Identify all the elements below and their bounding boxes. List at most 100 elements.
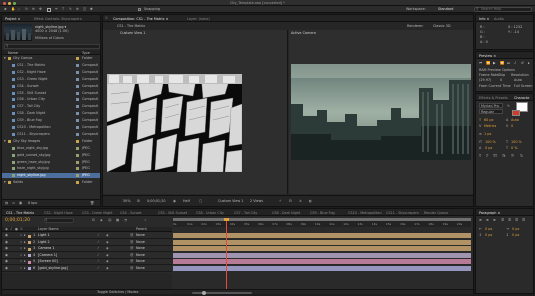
justify-center-icon[interactable]: ☰ xyxy=(508,218,511,222)
draft-3d-icon[interactable]: ◈ xyxy=(100,218,103,222)
layer-lock-icon[interactable]: ▫ xyxy=(20,233,22,238)
full-screen-checkbox[interactable]: Full Screen xyxy=(514,84,533,88)
layer-row[interactable]: ◉ ▫ ▸ 6 [gold_skyline.jpg] ⁄ ◈ @ None xyxy=(2,265,172,272)
justify-all-icon[interactable]: ☰ xyxy=(522,218,525,222)
label-color-swatch[interactable] xyxy=(76,132,79,136)
layer-lock-icon[interactable]: ▫ xyxy=(20,240,22,245)
timeline-tab[interactable]: CS11 - Skyscrapers xyxy=(384,210,421,216)
justify-right-icon[interactable]: ☰ xyxy=(515,218,518,222)
snapshot-icon[interactable]: ◉ xyxy=(173,199,176,203)
project-item-row[interactable]: CS10 - Metropolitan Composit xyxy=(2,125,100,130)
align-right-icon[interactable]: ≡ xyxy=(493,218,496,222)
visibility-eye-icon[interactable]: ◉ xyxy=(5,266,8,271)
project-search-input[interactable] xyxy=(4,44,100,49)
layer-label-color[interactable] xyxy=(28,241,31,244)
horizontal-scale-field[interactable]: 100 % xyxy=(511,140,522,144)
new-comp-icon[interactable]: ▣ xyxy=(19,201,22,205)
label-color-swatch[interactable] xyxy=(76,139,79,143)
tab-effect-controls[interactable]: Effect Controls: Skyscrapers xyxy=(32,16,100,22)
label-color-swatch[interactable] xyxy=(76,98,79,102)
tab-composition[interactable]: Composition: CS1 - The Matrix × xyxy=(111,16,170,22)
viewer-right[interactable]: Active Camera xyxy=(289,30,473,194)
visibility-eye-icon[interactable]: ◉ xyxy=(5,259,8,264)
space-before-field[interactable]: 0 px xyxy=(485,233,492,237)
layer-switch-icon[interactable]: ⁄ xyxy=(98,266,99,271)
pan-behind-tool-icon[interactable]: ✥ xyxy=(39,7,42,11)
current-time-indicator-head[interactable] xyxy=(224,218,229,221)
layer-duration-bar[interactable] xyxy=(173,239,471,245)
indent-right-field[interactable]: 0 px xyxy=(512,227,519,231)
project-item-row[interactable]: CS5 - Still Sunset Composit xyxy=(2,91,100,96)
tab-effects-presets[interactable]: Effects & Presets xyxy=(477,95,510,101)
faux-italic-button[interactable]: T xyxy=(486,154,488,158)
small-caps-button[interactable]: Tt xyxy=(502,154,505,158)
exposure-icon[interactable]: ◐ xyxy=(309,199,312,203)
layer-lock-icon[interactable]: ▫ xyxy=(20,259,22,264)
project-folder-row[interactable]: ▾ City Sky Images Folder xyxy=(2,139,100,144)
rotate-tool-icon[interactable]: ↻ xyxy=(25,7,28,11)
label-color-swatch[interactable] xyxy=(76,119,79,123)
label-color-swatch[interactable] xyxy=(76,181,79,185)
layer-switch-icon[interactable]: ⁄ xyxy=(98,240,99,245)
frame-blending-icon[interactable]: ▦ xyxy=(116,218,119,222)
disclosure-triangle-icon[interactable]: ▾ xyxy=(4,139,6,144)
layer-label-color[interactable] xyxy=(28,234,31,238)
layer-switch-icon[interactable]: ⁄ xyxy=(98,246,99,251)
project-item-row[interactable]: CS1 - The Matrix Composit xyxy=(2,63,100,68)
new-folder-icon[interactable]: ▭ xyxy=(12,201,15,205)
clone-tool-icon[interactable]: ⊗ xyxy=(76,7,79,11)
timeline-tab[interactable]: CS9 - Blue Fog xyxy=(308,210,337,216)
all-caps-button[interactable]: TT xyxy=(493,154,497,158)
prev-frame-icon[interactable]: ⏪ xyxy=(486,61,490,65)
timeline-search-input[interactable] xyxy=(44,218,74,223)
layer-parent-select[interactable]: None xyxy=(136,266,145,271)
layer-row[interactable]: ◉ ▫ ▸ 4 [Camera 1] ⁄ ◈ @ None xyxy=(2,252,172,259)
visibility-eye-icon[interactable]: ◉ xyxy=(5,240,8,245)
snapping-checkbox[interactable] xyxy=(138,7,141,11)
timeline-timecode[interactable]: 0;00;01;20 xyxy=(5,218,30,223)
rectangle-tool-icon[interactable] xyxy=(47,7,51,12)
label-color-swatch[interactable] xyxy=(76,174,79,178)
project-item-row[interactable]: gold_sunset_sky.jpg JPEG xyxy=(2,153,100,158)
visibility-eye-icon[interactable]: ◉ xyxy=(5,253,8,258)
label-color-swatch[interactable] xyxy=(76,77,79,81)
graph-editor-icon[interactable]: ⌁ xyxy=(144,218,146,222)
stroke-width-field[interactable]: 1 px xyxy=(484,132,491,136)
label-color-swatch[interactable] xyxy=(76,112,79,116)
layer-duration-bar[interactable] xyxy=(173,246,471,251)
project-item-row[interactable]: blue_night_sky.jpg JPEG xyxy=(2,146,100,151)
layer-parent-select[interactable]: None xyxy=(136,240,145,245)
layer-expand-icon[interactable]: ▸ xyxy=(24,233,26,238)
layer-3d-switch-icon[interactable]: ◈ xyxy=(106,266,109,271)
last-frame-icon[interactable]: ⏭ xyxy=(507,61,510,65)
indent-left-field[interactable]: 0 px xyxy=(485,227,492,231)
trash-icon[interactable]: 🗑 xyxy=(90,201,94,205)
layer-lock-icon[interactable]: ▫ xyxy=(20,253,22,258)
eraser-tool-icon[interactable]: ◫ xyxy=(83,7,86,11)
parent-pickwhip-icon[interactable]: @ xyxy=(130,259,133,264)
puppet-tool-icon[interactable]: ✱ xyxy=(90,7,93,11)
font-family-select[interactable]: Myriad Pro xyxy=(479,103,503,108)
layer-row[interactable]: ◉ ▫ ▸ 3 Camera 1 ⁄ ◈ @ None xyxy=(2,246,172,252)
renderer-value[interactable]: Classic 3D xyxy=(433,24,451,28)
parent-pickwhip-icon[interactable]: @ xyxy=(130,233,133,238)
timeline-tab[interactable]: CS5 - Still Sunset xyxy=(156,210,189,216)
layer-3d-switch-icon[interactable]: ◈ xyxy=(106,253,109,258)
workspace-select[interactable]: Standard xyxy=(438,7,453,11)
timeline-tab[interactable]: CS7 - Tall City xyxy=(232,210,259,216)
project-item-row[interactable]: CS2 - Night Haze Composit xyxy=(2,70,100,75)
layer-switch-icon[interactable]: ⁄ xyxy=(98,253,99,258)
superscript-button[interactable]: T¹ xyxy=(511,154,514,158)
label-color-swatch[interactable] xyxy=(76,167,79,171)
disclosure-triangle-icon[interactable]: ▾ xyxy=(4,56,6,61)
label-color-swatch[interactable] xyxy=(76,126,79,129)
project-item-row[interactable]: CS11 - Skyscrapers Composit xyxy=(2,132,100,137)
layer-expand-icon[interactable]: ▸ xyxy=(24,259,26,264)
layer-duration-bar[interactable] xyxy=(173,252,471,258)
layer-name[interactable]: Light 2 xyxy=(38,240,50,245)
font-size-field[interactable]: 60 px xyxy=(484,118,494,122)
layer-label-color[interactable] xyxy=(28,267,31,270)
interpret-footage-icon[interactable]: ▤ xyxy=(5,201,8,205)
lock-icon[interactable]: ⚿ xyxy=(105,16,108,20)
layer-name[interactable]: [Camera 1] xyxy=(38,253,57,258)
